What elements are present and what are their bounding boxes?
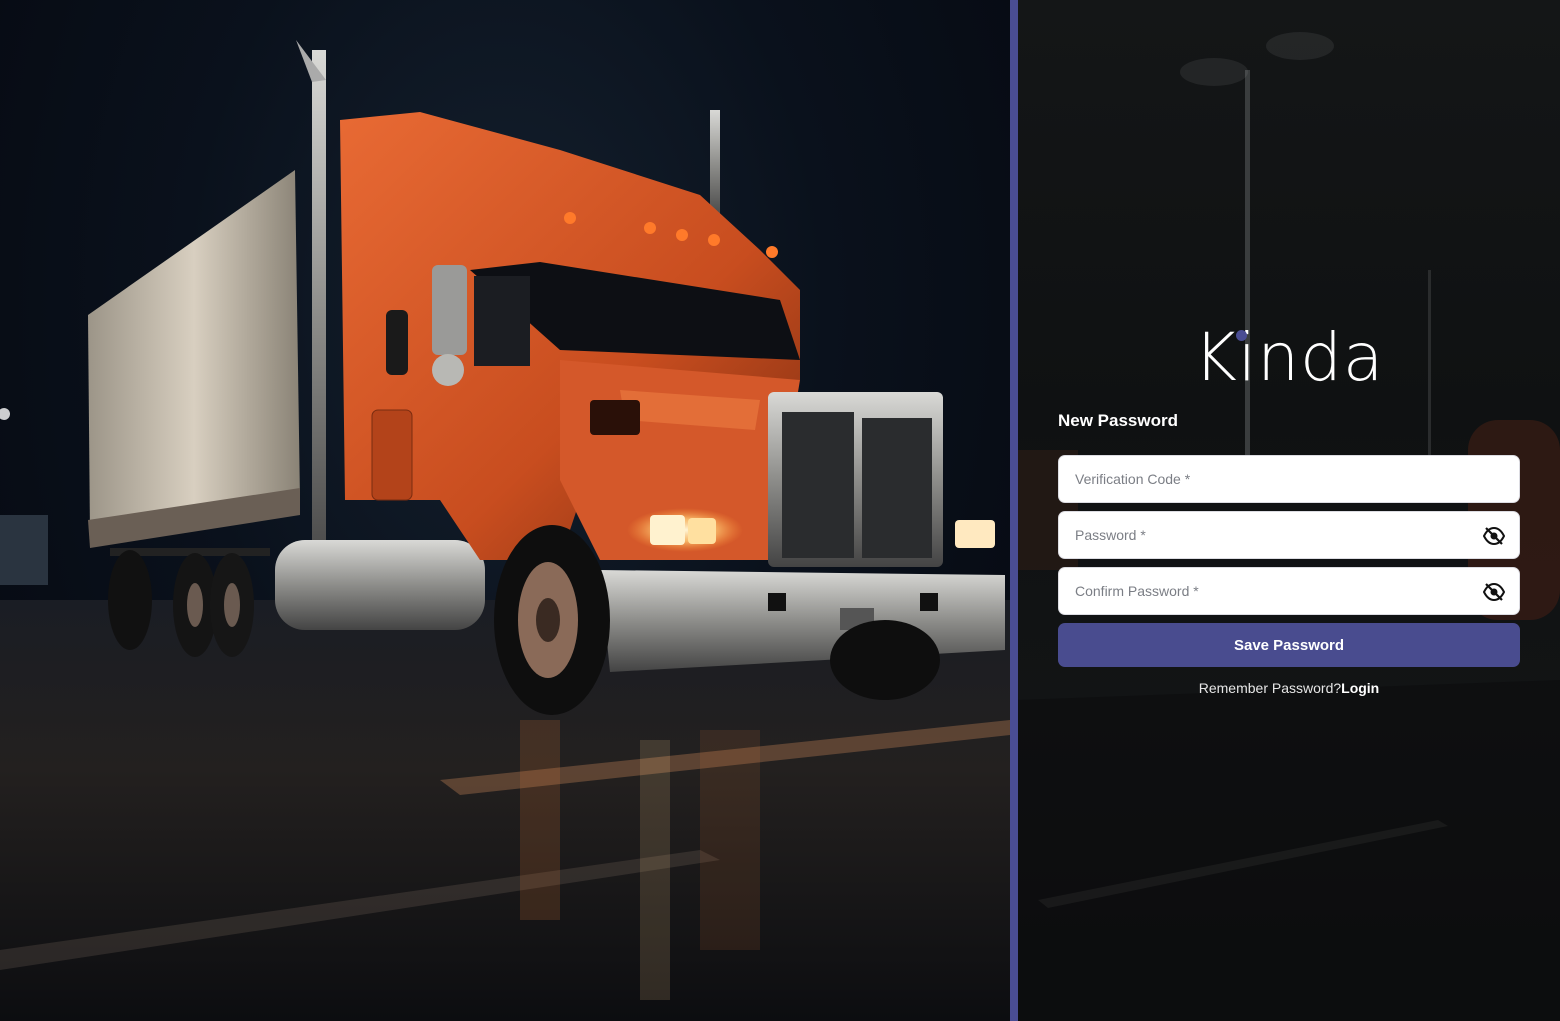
brand-logo: Kinda <box>1193 319 1385 396</box>
login-link[interactable]: Login <box>1341 680 1379 696</box>
confirm-password-input[interactable] <box>1059 568 1519 614</box>
remember-password-text: Remember Password? <box>1198 680 1342 696</box>
eye-slash-icon[interactable] <box>1482 526 1506 546</box>
logo-dot-accent <box>1236 330 1247 341</box>
hero-image <box>0 0 1010 1021</box>
password-input[interactable] <box>1059 512 1519 558</box>
truck-illustration <box>0 40 1010 1021</box>
panel-divider <box>1010 0 1018 1021</box>
form-title: New Password <box>1058 411 1178 430</box>
eye-slash-icon[interactable] <box>1482 582 1506 602</box>
confirm-password-field <box>1058 567 1520 615</box>
verification-code-input[interactable] <box>1059 456 1519 502</box>
verification-code-field <box>1058 455 1520 503</box>
auth-panel: Kinda New Password Save Password Remembe… <box>1018 0 1560 1021</box>
password-field <box>1058 511 1520 559</box>
save-password-button[interactable]: Save Password <box>1058 623 1520 667</box>
remember-password-row: Remember Password?Login <box>1018 680 1560 696</box>
